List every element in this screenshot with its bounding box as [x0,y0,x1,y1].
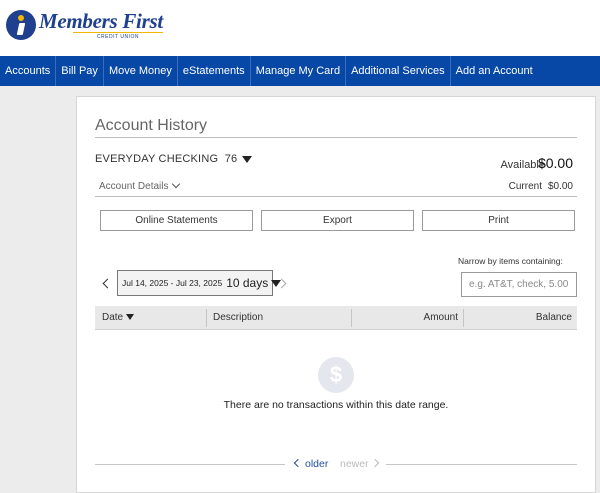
details-divider [95,196,577,197]
chevron-down-icon [172,179,181,189]
next-range-icon[interactable] [276,278,287,289]
export-button[interactable]: Export [261,210,414,231]
page-title: Account History [95,117,208,134]
nav-item-manage-my-card[interactable]: Manage My Card [251,56,347,86]
current-label: Current [508,181,542,192]
chevron-right-icon [370,458,379,468]
date-days-value: 10 days [226,276,269,290]
pager-divider-right [386,464,577,465]
newer-label: newer [340,458,369,470]
caret-down-icon [242,155,253,163]
brand-subtitle: CREDIT UNION [73,31,163,40]
title-divider [95,137,577,138]
available-balance: $0.00 [537,155,573,171]
account-details-toggle[interactable]: Account Details [99,179,181,192]
main-nav: Accounts Bill Pay Move Money eStatements… [0,56,600,86]
previous-range-icon[interactable] [102,278,113,289]
dollar-icon: $ [318,357,354,393]
sort-caret-icon [126,314,135,321]
nav-item-accounts[interactable]: Accounts [0,56,57,86]
print-button[interactable]: Print [422,210,575,231]
account-selector[interactable]: EVERYDAY CHECKING 76 [95,153,253,165]
search-input[interactable] [461,272,577,297]
column-description[interactable]: Description [213,306,263,330]
account-details-label: Account Details [99,181,169,192]
column-amount[interactable]: Amount [353,306,458,330]
column-divider [351,309,352,327]
chevron-left-icon [293,458,303,468]
brand-name: Members First [39,8,163,33]
column-divider [463,309,464,327]
column-balance[interactable]: Balance [465,306,572,330]
date-range-select[interactable]: Jul 14, 2025 - Jul 23, 2025 10 days [117,270,282,296]
older-label: older [305,458,329,470]
column-date-label: Date [102,312,124,323]
account-number-suffix: 76 [224,153,238,165]
site-header: Members First CREDIT UNION [0,0,600,56]
empty-state-message: There are no transactions within this da… [223,399,449,411]
date-range-value: Jul 14, 2025 - Jul 23, 2025 [122,278,223,288]
nav-item-move-money[interactable]: Move Money [104,56,178,86]
online-statements-button[interactable]: Online Statements [100,210,253,231]
account-name: EVERYDAY CHECKING [95,153,219,165]
transactions-table-header: Date Description Amount Balance [95,306,577,330]
brand-logo[interactable]: Members First CREDIT UNION [6,10,163,40]
nav-item-estatements[interactable]: eStatements [178,56,251,86]
older-link[interactable]: older [293,458,329,470]
nav-item-bill-pay[interactable]: Bill Pay [56,56,104,86]
nav-item-add-an-account[interactable]: Add an Account [451,56,538,86]
nav-item-additional-services[interactable]: Additional Services [346,56,451,86]
narrow-label: Narrow by items containing: [458,256,563,266]
current-balance: $0.00 [547,181,573,192]
account-history-panel: Account History EVERYDAY CHECKING 76 Ava… [76,96,596,493]
newer-link[interactable]: newer [340,458,379,470]
pager-divider-left [95,464,285,465]
column-divider [206,309,207,327]
i-logo-icon [6,10,36,40]
column-date[interactable]: Date [102,306,135,330]
